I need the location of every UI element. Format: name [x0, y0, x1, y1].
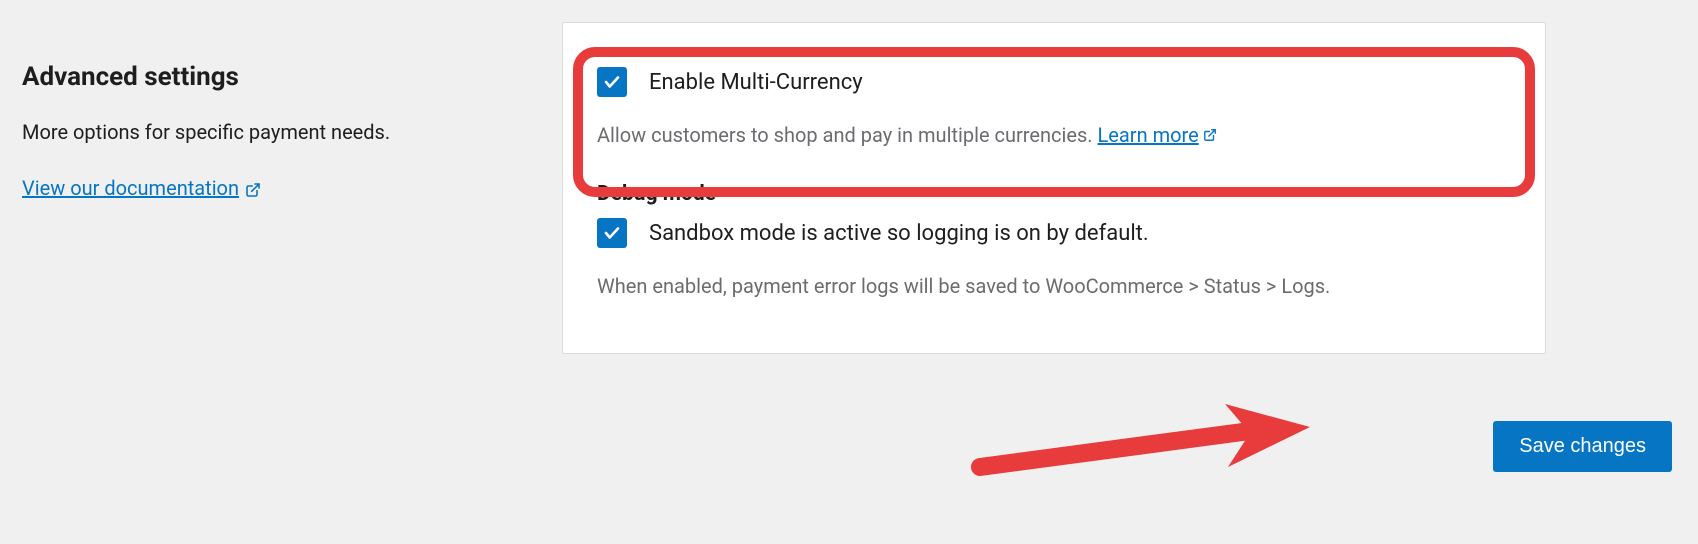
debug-mode-option: Sandbox mode is active so logging is on … [597, 218, 1511, 301]
section-description: More options for specific payment needs. [22, 120, 502, 144]
external-link-icon [1203, 121, 1217, 150]
learn-more-link[interactable]: Learn more [1098, 121, 1217, 150]
documentation-link-text: View our documentation [22, 176, 239, 200]
multi-currency-description: Allow customers to shop and pay in multi… [597, 121, 1511, 150]
debug-mode-heading: Debug mode [597, 182, 1511, 206]
debug-mode-checkbox[interactable] [597, 218, 627, 248]
multi-currency-label: Enable Multi-Currency [649, 70, 863, 95]
sidebar-info: Advanced settings More options for speci… [22, 22, 502, 354]
settings-panel: Enable Multi-Currency Allow customers to… [562, 22, 1546, 354]
multi-currency-option: Enable Multi-Currency Allow customers to… [597, 67, 1511, 150]
multi-currency-checkbox[interactable] [597, 67, 627, 97]
external-link-icon [245, 176, 261, 200]
documentation-link[interactable]: View our documentation [22, 176, 261, 200]
debug-mode-description: When enabled, payment error logs will be… [597, 272, 1511, 301]
check-icon [602, 73, 622, 91]
section-title: Advanced settings [22, 62, 502, 92]
check-icon [602, 224, 622, 242]
debug-mode-label: Sandbox mode is active so logging is on … [649, 221, 1149, 246]
save-changes-button[interactable]: Save changes [1493, 421, 1672, 472]
arrow-annotation [970, 399, 1330, 489]
